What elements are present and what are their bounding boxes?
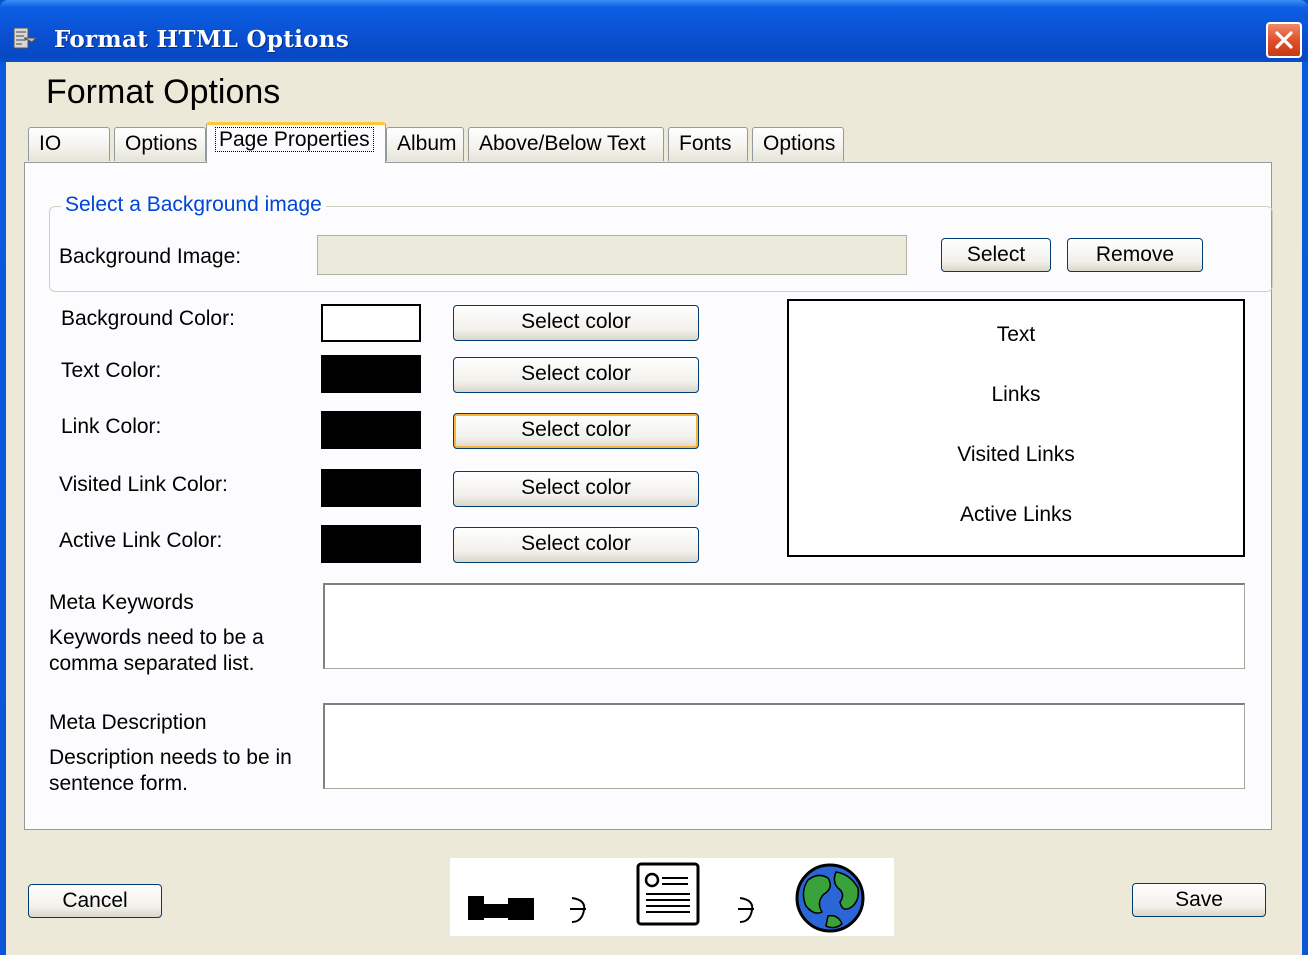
dialog-window: Format HTML Options Format Options IO Op… [0,0,1308,955]
active-link-color-swatch [321,525,421,563]
background-color-swatch [321,304,421,342]
globe-icon [795,863,865,933]
background-color-label: Background Color: [61,307,235,330]
tab-label: Above/Below Text [479,132,646,155]
meta-description-label: Meta Description [49,711,207,734]
meta-keywords-hint: Keywords need to be a comma separated li… [49,626,264,675]
text-color-label: Text Color: [61,359,162,382]
tab-fonts[interactable]: Fonts [668,127,748,161]
meta-keywords-input[interactable] [323,583,1245,669]
remove-background-button[interactable]: Remove [1067,238,1203,272]
window-title: Format HTML Options [54,26,350,53]
link-color-swatch [321,411,421,449]
meta-description-hint: Description needs to be in sentence form… [49,746,292,795]
link-color-label: Link Color: [61,415,162,438]
tab-label: Options [125,132,198,155]
select-background-color-button[interactable]: Select color [453,305,699,341]
workflow-steps-graphic [450,858,894,936]
group-legend: Select a Background image [61,193,326,217]
tab-label: Album [397,132,457,155]
select-text-color-button[interactable]: Select color [453,357,699,393]
close-button[interactable] [1266,22,1302,58]
preview-active-links: Active Links [959,503,1073,526]
tab-label: Options [763,132,836,155]
cancel-button[interactable]: Cancel [28,884,162,918]
tab-above-below-text[interactable]: Above/Below Text [468,127,664,161]
background-image-label: Background Image: [59,245,242,268]
tab-options[interactable]: Options [114,127,206,161]
arrow-icon [738,897,754,923]
select-active-link-color-button[interactable]: Select color [453,527,699,563]
camera-icon [468,896,534,920]
meta-description-input[interactable] [323,703,1245,789]
visited-link-color-swatch [321,469,421,507]
active-link-color-label: Active Link Color: [59,529,223,552]
close-x-icon [1275,31,1293,49]
page-title: Format Options [46,73,281,111]
tab-label: Fonts [679,132,732,155]
tab-options-2[interactable]: Options [752,127,844,161]
title-bar[interactable]: Format HTML Options [0,0,1308,62]
select-link-color-button[interactable]: Select color [453,413,699,449]
arrow-icon [570,897,586,923]
select-background-button[interactable]: Select [941,238,1051,272]
meta-keywords-label: Meta Keywords [49,591,194,614]
tab-page-properties[interactable]: Page Properties [206,122,386,163]
background-image-field[interactable] [317,235,907,275]
tab-label: Page Properties [215,127,374,152]
select-visited-link-color-button[interactable]: Select color [453,471,699,507]
document-icon [636,862,700,926]
tab-album[interactable]: Album [386,127,464,161]
page-properties-panel: Select a Background image Background Ima… [24,162,1273,830]
text-color-swatch [321,355,421,393]
tab-io[interactable]: IO [28,127,110,161]
preview-links: Links [991,383,1041,406]
preview-text: Text [996,323,1036,346]
color-preview-box: Text Links Visited Links Active Links [787,299,1245,557]
preview-visited-links: Visited Links [957,443,1075,466]
visited-link-color-label: Visited Link Color: [59,473,228,496]
save-button[interactable]: Save [1132,883,1266,917]
document-options-icon [12,26,42,56]
tab-label: IO [39,132,62,155]
dialog-client: Format Options IO Options Page Propertie… [6,62,1302,955]
